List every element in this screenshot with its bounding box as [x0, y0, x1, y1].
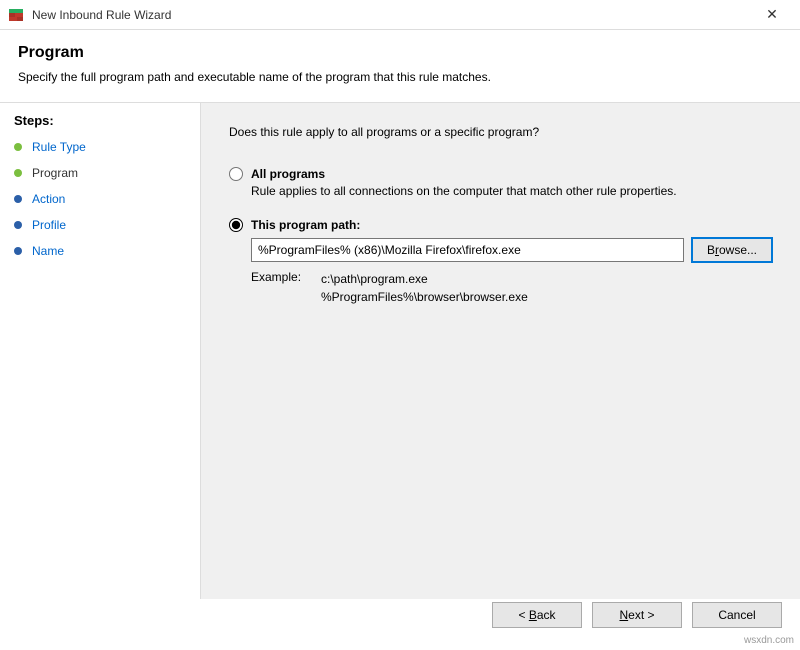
- page-subtitle: Specify the full program path and execut…: [18, 70, 782, 84]
- wizard-header: Program Specify the full program path an…: [0, 30, 800, 94]
- close-icon[interactable]: ✕: [752, 6, 792, 23]
- firewall-icon: [8, 7, 24, 23]
- step-name[interactable]: Name: [14, 244, 186, 258]
- question-text: Does this rule apply to all programs or …: [229, 125, 772, 139]
- browse-button[interactable]: Browse...: [692, 238, 772, 262]
- step-rule-type[interactable]: Rule Type: [14, 140, 186, 154]
- window-title: New Inbound Rule Wizard: [32, 8, 752, 22]
- option-description: Rule applies to all connections on the c…: [251, 184, 772, 198]
- step-program[interactable]: Program: [14, 166, 186, 180]
- step-label: Name: [32, 244, 64, 258]
- example-label: Example:: [251, 270, 321, 306]
- bullet-icon: [14, 221, 22, 229]
- program-path-input[interactable]: [251, 238, 684, 262]
- bullet-icon: [14, 195, 22, 203]
- bullet-icon: [14, 247, 22, 255]
- step-label: Program: [32, 166, 78, 180]
- steps-sidebar: Steps: Rule Type Program Action Profile …: [0, 103, 200, 599]
- example-value-1: c:\path\program.exe: [321, 270, 528, 288]
- bullet-icon: [14, 169, 22, 177]
- page-title: Program: [18, 44, 782, 62]
- wizard-footer: < Back < Back Next > Next > Cancel: [492, 602, 782, 628]
- steps-heading: Steps:: [14, 113, 186, 128]
- next-button[interactable]: Next >: [592, 602, 682, 628]
- radio-all-programs[interactable]: [229, 167, 243, 181]
- titlebar: New Inbound Rule Wizard ✕: [0, 0, 800, 30]
- step-action[interactable]: Action: [14, 192, 186, 206]
- example-value-2: %ProgramFiles%\browser\browser.exe: [321, 288, 528, 306]
- option-this-program-path[interactable]: This program path: This program path: Br…: [229, 218, 772, 306]
- step-label: Profile: [32, 218, 66, 232]
- option-all-programs[interactable]: AAll programsll programs Rule applies to…: [229, 167, 772, 198]
- back-button[interactable]: < Back: [492, 602, 582, 628]
- cancel-button[interactable]: Cancel: [692, 602, 782, 628]
- step-profile[interactable]: Profile: [14, 218, 186, 232]
- main-panel: Does this rule apply to all programs or …: [200, 103, 800, 599]
- step-label: Action: [32, 192, 65, 206]
- radio-this-program-path[interactable]: [229, 218, 243, 232]
- watermark: wsxdn.com: [744, 635, 794, 646]
- bullet-icon: [14, 143, 22, 151]
- step-label: Rule Type: [32, 140, 86, 154]
